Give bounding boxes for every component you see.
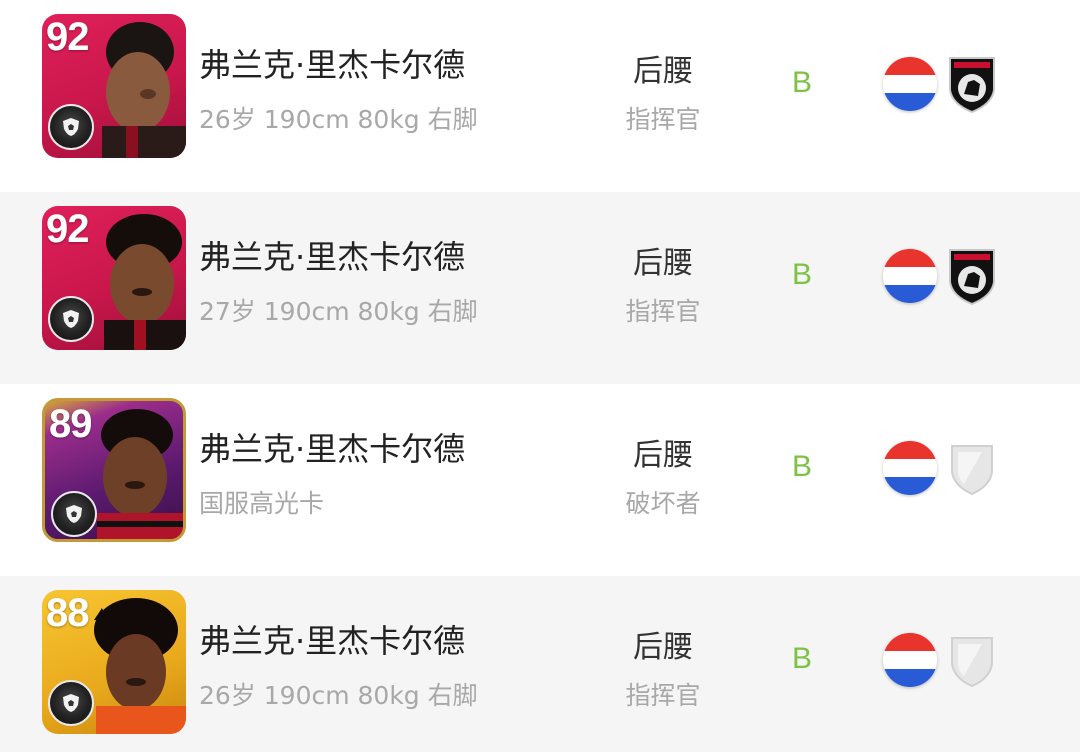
player-position: 后腰 [633, 246, 693, 281]
player-row[interactable]: 88 弗兰克·里杰卡尔德 26岁 190cm 80kg 右脚 后腰 指挥官 B [0, 576, 1080, 752]
player-info: 26岁 190cm 80kg 右脚 [199, 681, 478, 710]
shield-icon [66, 505, 82, 523]
player-card[interactable]: 92 [42, 206, 186, 350]
player-card[interactable]: 89 [42, 398, 186, 542]
player-grade: B [792, 450, 813, 483]
player-grade: B [792, 258, 813, 291]
player-grade: B [792, 642, 813, 675]
shield-icon [63, 310, 79, 328]
player-row[interactable]: 92 弗兰克·里杰卡尔德 27岁 190cm 80kg 右脚 后腰 指挥官 B [0, 192, 1080, 384]
player-name: 弗兰克·里杰卡尔德 [199, 430, 466, 468]
milano-rn-crest-icon [949, 249, 995, 306]
shield-icon [63, 118, 79, 136]
player-name: 弗兰克·里杰卡尔德 [199, 622, 466, 660]
player-row[interactable]: 89 弗兰克·里杰卡尔德 国服高光卡 后腰 破坏者 B [0, 384, 1080, 576]
player-info: 27岁 190cm 80kg 右脚 [199, 297, 478, 326]
player-rating: 88 [46, 591, 89, 635]
player-list: 92 弗兰克·里杰卡尔德 26岁 190cm 80kg 右脚 后腰 指挥官 B [0, 0, 1080, 752]
player-rating: 92 [46, 15, 89, 59]
player-card[interactable]: 92 [42, 14, 186, 158]
generic-shield-icon [951, 445, 993, 496]
skill-badge [51, 491, 97, 537]
player-info: 26岁 190cm 80kg 右脚 [199, 105, 478, 134]
generic-shield-icon [951, 637, 993, 688]
player-playstyle: 指挥官 [625, 297, 701, 326]
netherlands-flag-icon [883, 57, 937, 111]
player-row[interactable]: 92 弗兰克·里杰卡尔德 26岁 190cm 80kg 右脚 后腰 指挥官 B [0, 0, 1080, 192]
player-playstyle: 破坏者 [625, 489, 701, 518]
player-playstyle: 指挥官 [625, 681, 701, 710]
milano-rn-crest-icon [949, 57, 995, 114]
netherlands-flag-icon [883, 249, 937, 303]
player-rating: 92 [46, 207, 89, 251]
player-info: 国服高光卡 [199, 489, 325, 518]
player-position: 后腰 [633, 54, 693, 89]
skill-badge [48, 104, 94, 150]
player-position: 后腰 [633, 630, 693, 665]
player-card[interactable]: 88 [42, 590, 186, 734]
player-name: 弗兰克·里杰卡尔德 [199, 238, 466, 276]
player-rating: 89 [49, 402, 92, 446]
player-grade: B [792, 66, 813, 99]
netherlands-flag-icon [883, 441, 937, 495]
player-playstyle: 指挥官 [625, 105, 701, 134]
shield-icon [63, 694, 79, 712]
skill-badge [48, 680, 94, 726]
player-name: 弗兰克·里杰卡尔德 [199, 46, 466, 84]
netherlands-flag-icon [883, 633, 937, 687]
player-position: 后腰 [633, 438, 693, 473]
skill-badge [48, 296, 94, 342]
